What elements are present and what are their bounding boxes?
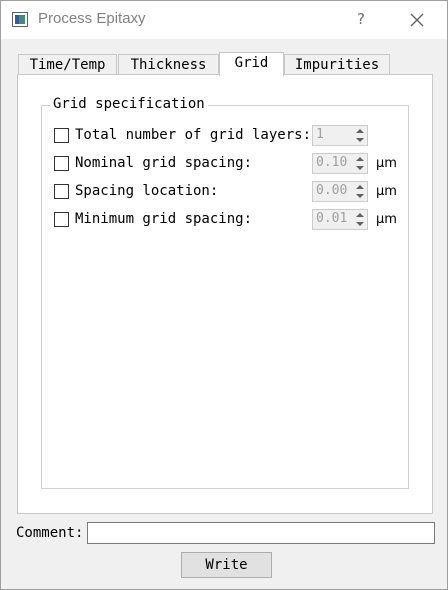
row-total-grid-layers: Total number of grid layers: 1 [52,125,407,146]
spacing-location-value: 0.00 [316,183,348,198]
app-icon-accent [15,15,19,24]
tab-thickness[interactable]: Thickness [118,54,219,74]
app-icon [12,12,28,27]
comment-input[interactable] [87,522,435,544]
spacing-location-spinbox[interactable]: 0.00 [312,181,368,202]
comment-label: Comment: [16,525,84,541]
close-button[interactable] [406,9,428,31]
minimum-grid-spacing-label: Minimum grid spacing: [75,211,253,227]
minimum-grid-spacing-checkbox[interactable] [54,212,69,227]
close-icon [410,13,424,27]
window-title: Process Epitaxy [38,10,146,27]
nominal-grid-spacing-unit: µm [376,156,397,171]
write-button[interactable]: Write [181,552,272,578]
tab-impurities[interactable]: Impurities [284,54,390,74]
row-spacing-location: Spacing location: 0.00 µm [52,181,407,202]
nominal-grid-spacing-value: 0.10 [316,155,348,170]
spin-up-icon[interactable] [355,211,365,219]
row-nominal-grid-spacing: Nominal grid spacing: 0.10 µm [52,153,407,174]
spin-up-icon[interactable] [355,155,365,163]
help-button[interactable]: ? [351,7,371,31]
nominal-grid-spacing-label: Nominal grid spacing: [75,155,253,171]
spin-down-icon[interactable] [355,192,365,200]
spin-down-icon[interactable] [355,220,365,228]
group-title: Grid specification [50,96,208,112]
grid-specification-group: Grid specification Total number of grid … [41,96,409,489]
spin-up-icon[interactable] [355,183,365,191]
total-grid-layers-checkbox[interactable] [54,128,69,143]
grid-tab-pane: Grid specification Total number of grid … [17,74,433,514]
minimum-grid-spacing-unit: µm [376,212,397,227]
total-grid-layers-value: 1 [316,127,324,142]
title-bar: Process Epitaxy ? [1,1,447,39]
spin-down-icon[interactable] [355,164,365,172]
minimum-grid-spacing-spinbox[interactable]: 0.01 [312,209,368,230]
minimum-grid-spacing-value: 0.01 [316,211,348,226]
nominal-grid-spacing-checkbox[interactable] [54,156,69,171]
spacing-location-label: Spacing location: [75,183,219,199]
spacing-location-unit: µm [376,184,397,199]
total-grid-layers-label: Total number of grid layers: [75,127,312,143]
spin-down-icon[interactable] [355,136,365,144]
spin-up-icon[interactable] [355,127,365,135]
row-minimum-grid-spacing: Minimum grid spacing: 0.01 µm [52,209,407,230]
process-epitaxy-window: Process Epitaxy ? Time/Temp Thickness Gr… [0,0,448,590]
total-grid-layers-spinbox[interactable]: 1 [312,125,368,146]
tab-grid[interactable]: Grid [219,52,284,76]
tab-time-temp[interactable]: Time/Temp [18,54,117,74]
spacing-location-checkbox[interactable] [54,184,69,199]
nominal-grid-spacing-spinbox[interactable]: 0.10 [312,153,368,174]
